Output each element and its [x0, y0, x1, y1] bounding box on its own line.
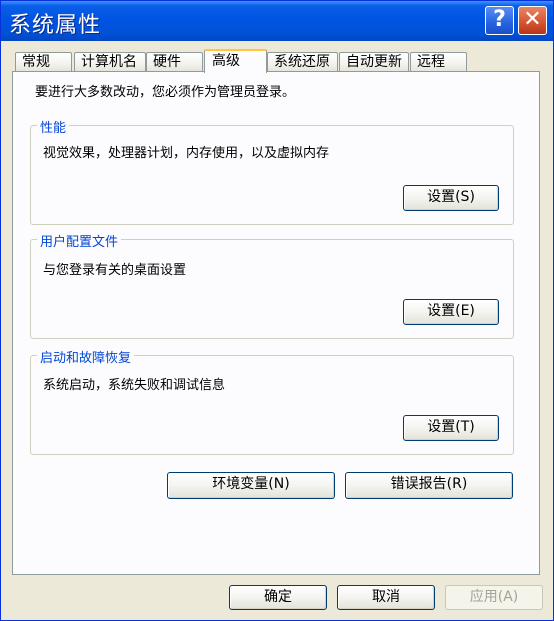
tab-hardware[interactable]: 硬件: [146, 52, 203, 71]
window-title: 系统属性: [9, 13, 102, 38]
cancel-button[interactable]: 取消: [337, 585, 435, 610]
tab-computer-name[interactable]: 计算机名: [74, 52, 146, 71]
error-reporting-button[interactable]: 错误报告(R): [345, 472, 513, 499]
user-profiles-title: 用户配置文件: [37, 231, 122, 250]
user-profiles-settings-button[interactable]: 设置(E): [403, 299, 499, 325]
startup-recovery-group: 启动和故障恢复 系统启动，系统失败和调试信息 设置(T): [30, 347, 514, 455]
performance-group: 性能 视觉效果，处理器计划，内存使用，以及虚拟内存 设置(S): [30, 117, 514, 225]
environment-variables-button[interactable]: 环境变量(N): [167, 472, 335, 499]
startup-recovery-settings-button[interactable]: 设置(T): [403, 415, 499, 441]
performance-title: 性能: [37, 117, 70, 136]
tab-remote[interactable]: 远程: [410, 52, 467, 71]
tab-strip: 常规 计算机名 硬件 高级 系统还原 自动更新 远程: [13, 49, 533, 73]
apply-button[interactable]: 应用(A): [445, 585, 543, 610]
ok-button[interactable]: 确定: [229, 585, 327, 610]
performance-settings-button[interactable]: 设置(S): [403, 185, 499, 211]
user-profiles-description: 与您登录有关的桌面设置: [43, 263, 187, 278]
admin-note: 要进行大多数改动，您必须作为管理员登录。: [35, 85, 296, 100]
tab-general[interactable]: 常规: [15, 52, 72, 71]
tab-system-restore[interactable]: 系统还原: [267, 52, 338, 71]
startup-recovery-description: 系统启动，系统失败和调试信息: [43, 378, 226, 393]
tab-advanced[interactable]: 高级: [204, 49, 267, 73]
system-properties-window: 系统属性 ? ✕ 常规 计算机名 硬件 高级 系统还原 自动更新 远程 要进行大…: [0, 0, 554, 621]
startup-recovery-title: 启动和故障恢复: [37, 347, 135, 366]
performance-description: 视觉效果，处理器计划，内存使用，以及虚拟内存: [43, 146, 330, 161]
user-profiles-group: 用户配置文件 与您登录有关的桌面设置 设置(E): [30, 231, 514, 339]
close-icon: ✕: [523, 7, 542, 32]
help-button[interactable]: ?: [485, 6, 514, 35]
tab-automatic-updates[interactable]: 自动更新: [339, 52, 409, 71]
question-icon: ?: [493, 7, 506, 32]
title-bar[interactable]: 系统属性 ? ✕: [1, 1, 553, 41]
close-button[interactable]: ✕: [518, 6, 547, 35]
